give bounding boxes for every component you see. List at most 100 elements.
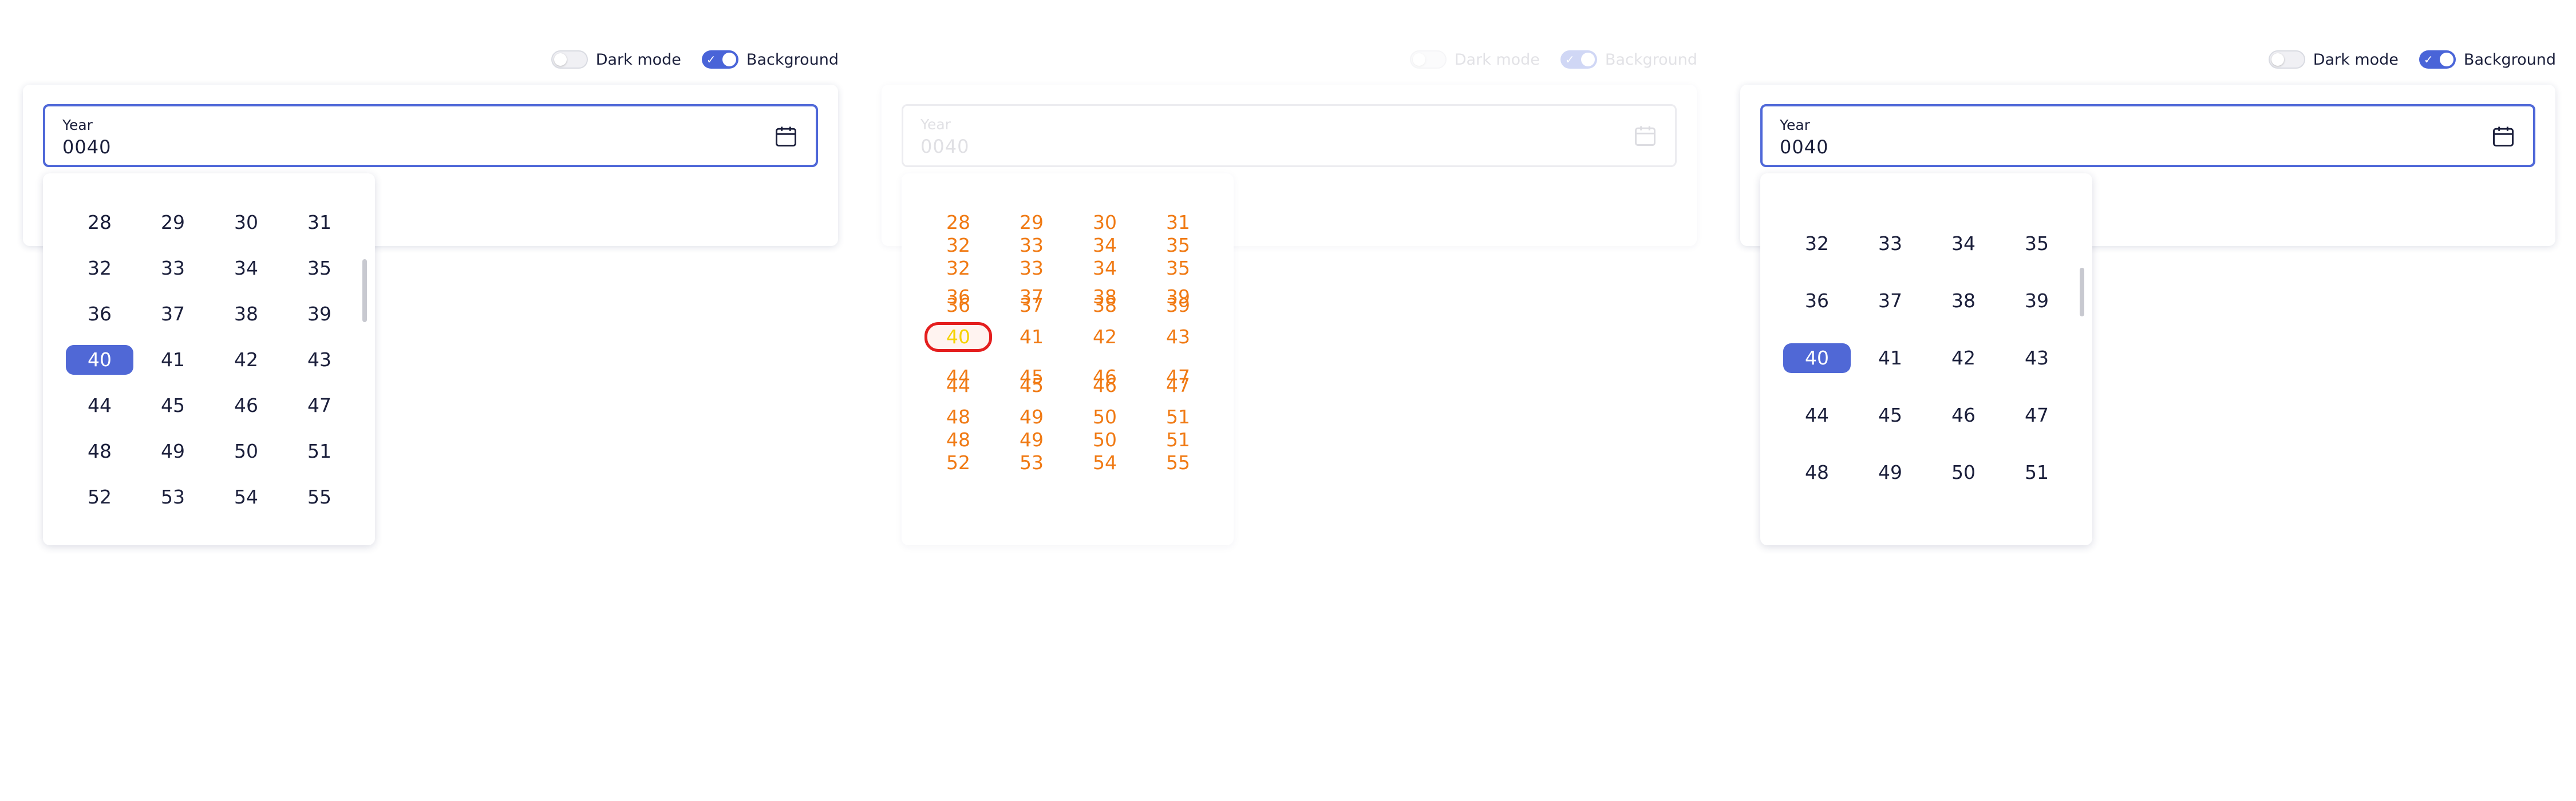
scrollbar[interactable] <box>362 259 367 322</box>
year-cell[interactable]: 55 <box>286 482 353 512</box>
year-cell[interactable]: 35 <box>2003 229 2071 259</box>
year-cell[interactable]: 34 <box>1930 229 1997 259</box>
ghost-year-cell: 43 <box>1166 326 1190 348</box>
year-field[interactable]: Year 0040 <box>43 104 818 167</box>
ghost-year-cell: 53 <box>1020 451 1044 474</box>
year-cell[interactable]: 35 <box>286 253 353 283</box>
year-cell[interactable]: 36 <box>66 299 133 329</box>
year-cell[interactable]: 41 <box>139 345 207 375</box>
year-cell[interactable]: 51 <box>286 437 353 466</box>
year-field-value[interactable]: 0040 <box>920 136 969 157</box>
year-cell[interactable]: 29 <box>139 208 207 237</box>
ghost-year-cell: 35 <box>1166 257 1190 279</box>
year-cell[interactable]: 50 <box>1930 458 1997 487</box>
year-field[interactable]: Year 0040 <box>902 104 1677 167</box>
year-cell[interactable]: 44 <box>66 391 133 421</box>
check-icon: ✓ <box>2423 53 2433 66</box>
year-cell-selected[interactable]: 40 <box>66 345 133 375</box>
year-dropdown: 28 29 30 31 32 33 34 35 32 33 34 35 36 37 38 39 36 37 38 39… <box>902 173 1234 545</box>
year-field-value[interactable]: 0040 <box>62 136 111 158</box>
calendar-icon[interactable] <box>773 124 799 149</box>
switch-knob <box>1581 53 1595 66</box>
year-cell[interactable]: 47 <box>286 391 353 421</box>
year-cell[interactable]: 45 <box>139 391 207 421</box>
background-toggle[interactable]: ✓ Background <box>701 50 839 69</box>
year-cell[interactable]: 47 <box>2003 400 2071 430</box>
year-cell[interactable]: 39 <box>286 299 353 329</box>
year-cell[interactable]: 53 <box>139 482 207 512</box>
calendar-icon[interactable] <box>2491 124 2516 149</box>
ghost-year-cell: 47 <box>1166 374 1190 396</box>
year-cell[interactable]: 33 <box>1856 229 1924 259</box>
year-cell[interactable]: 42 <box>1930 343 1997 373</box>
year-cell[interactable]: 37 <box>1856 286 1924 316</box>
year-dropdown: 32 33 34 35 36 37 38 39 40 41 42 43 44 45 46 47 48 49 50 51 <box>1760 173 2092 545</box>
year-cell[interactable]: 51 <box>2003 458 2071 487</box>
year-cell[interactable]: 36 <box>1783 286 1851 316</box>
dark-mode-toggle[interactable]: Dark mode <box>2268 50 2399 69</box>
year-cell[interactable]: 54 <box>212 482 280 512</box>
calendar-icon[interactable] <box>1633 123 1658 148</box>
ghost-year-cell-selected: 40 <box>924 322 992 352</box>
dark-mode-switch[interactable] <box>2268 50 2305 69</box>
ghost-year-cell: 44 <box>946 374 970 396</box>
toggle-bar: Dark mode ✓ Background <box>2268 48 2556 71</box>
year-cell[interactable]: 34 <box>212 253 280 283</box>
background-toggle[interactable]: ✓ Background <box>1560 50 1697 69</box>
switch-knob <box>722 53 736 66</box>
dark-mode-label: Dark mode <box>595 50 681 69</box>
year-cell[interactable]: 32 <box>1783 229 1851 259</box>
background-switch[interactable]: ✓ <box>2419 50 2456 69</box>
toggle-bar: Dark mode ✓ Background <box>1409 48 1697 71</box>
background-switch[interactable]: ✓ <box>1560 50 1597 69</box>
ghost-year-cell: 32 <box>946 257 970 279</box>
year-cell[interactable]: 45 <box>1856 400 1924 430</box>
year-cell[interactable]: 39 <box>2003 286 2071 316</box>
ghost-year-cell: 42 <box>1093 326 1117 348</box>
year-cell[interactable]: 38 <box>1930 286 1997 316</box>
background-switch[interactable]: ✓ <box>701 50 738 69</box>
year-cell[interactable]: 38 <box>212 299 280 329</box>
year-cell[interactable]: 43 <box>2003 343 2071 373</box>
year-cell[interactable]: 37 <box>139 299 207 329</box>
year-field[interactable]: Year 0040 <box>1760 104 2535 167</box>
ghost-year-cell: 36 <box>946 294 970 316</box>
year-cell[interactable]: 49 <box>139 437 207 466</box>
year-cell[interactable]: 48 <box>1783 458 1851 487</box>
switch-knob <box>1412 53 1425 66</box>
dark-mode-switch[interactable] <box>551 50 588 69</box>
year-cell[interactable]: 42 <box>212 345 280 375</box>
year-cell[interactable]: 46 <box>212 391 280 421</box>
year-cell[interactable]: 48 <box>66 437 133 466</box>
ghost-year-cell: 45 <box>1020 374 1044 396</box>
year-cell[interactable]: 44 <box>1783 400 1851 430</box>
scrollbar[interactable] <box>2080 268 2084 316</box>
year-cell-selected[interactable]: 40 <box>1783 343 1851 373</box>
ghost-year-cell: 55 <box>1166 451 1190 474</box>
dark-mode-toggle[interactable]: Dark mode <box>551 50 681 69</box>
ghost-year-cell: 39 <box>1166 294 1190 316</box>
year-cell[interactable]: 41 <box>1856 343 1924 373</box>
dark-mode-label: Dark mode <box>1454 50 1540 69</box>
background-toggle[interactable]: ✓ Background <box>2419 50 2556 69</box>
year-field-value[interactable]: 0040 <box>1780 136 1828 158</box>
year-cell[interactable]: 43 <box>286 345 353 375</box>
switch-knob <box>2439 53 2453 66</box>
year-cell[interactable]: 46 <box>1930 400 1997 430</box>
year-cell[interactable]: 49 <box>1856 458 1924 487</box>
toggle-bar: Dark mode ✓ Background <box>551 48 839 71</box>
ghost-year-cell: 54 <box>1093 451 1117 474</box>
year-cell[interactable]: 30 <box>212 208 280 237</box>
year-cell[interactable]: 28 <box>66 208 133 237</box>
dark-mode-switch[interactable] <box>1409 50 1447 69</box>
year-field-label: Year <box>1780 117 1810 133</box>
check-icon: ✓ <box>1564 53 1575 66</box>
year-cell[interactable]: 32 <box>66 253 133 283</box>
year-cell[interactable]: 52 <box>66 482 133 512</box>
year-cell[interactable]: 33 <box>139 253 207 283</box>
background-label: Background <box>2463 50 2556 69</box>
date-picker-panel-ghost: Dark mode ✓ Background Year 0040 28 29 30 3… <box>859 0 1717 801</box>
dark-mode-toggle[interactable]: Dark mode <box>1409 50 1540 69</box>
year-cell[interactable]: 31 <box>286 208 353 237</box>
year-cell[interactable]: 50 <box>212 437 280 466</box>
